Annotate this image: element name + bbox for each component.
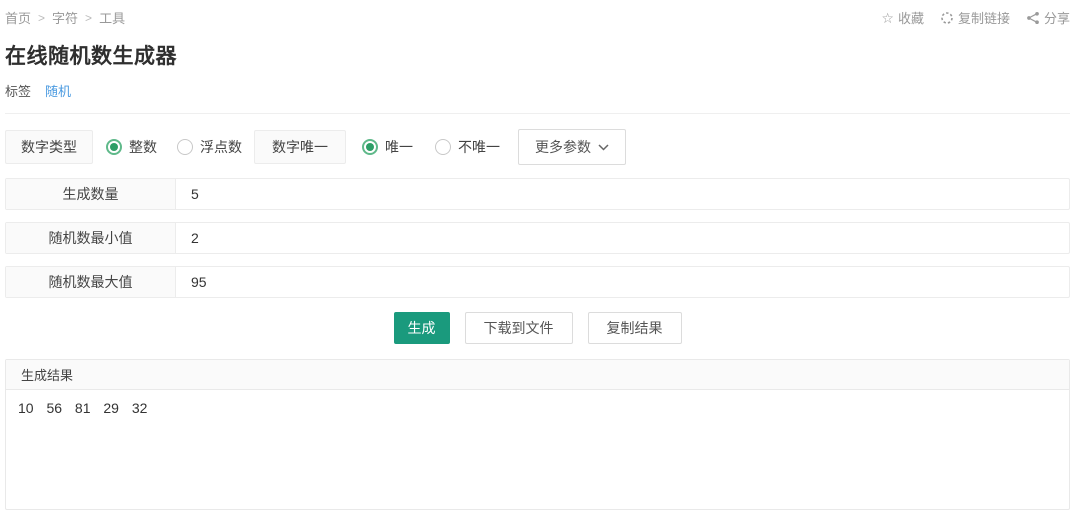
- number-type-label: 数字类型: [5, 130, 93, 164]
- more-params-button[interactable]: 更多参数: [518, 129, 626, 165]
- breadcrumb-home[interactable]: 首页: [5, 8, 31, 27]
- copy-link-label: 复制链接: [957, 11, 1010, 26]
- header-actions: ☆ 收藏 复制链接 分享: [881, 8, 1070, 27]
- tags-row: 标签 随机: [5, 81, 1070, 100]
- radio-option-unique[interactable]: 唯一: [362, 137, 413, 157]
- action-buttons-row: 生成 下载到文件 复制结果: [5, 312, 1070, 344]
- tags-label: 标签: [5, 84, 32, 99]
- breadcrumb-tools[interactable]: 工具: [99, 8, 125, 27]
- max-field-label: 随机数最大值: [6, 267, 176, 297]
- radio-unchecked-icon: [177, 139, 193, 155]
- radio-option-not-unique[interactable]: 不唯一: [435, 137, 500, 157]
- radio-unchecked-icon: [435, 139, 451, 155]
- radio-option-label: 整数: [129, 139, 157, 155]
- radio-option-float[interactable]: 浮点数: [177, 137, 242, 157]
- copy-link-button[interactable]: 复制链接: [940, 8, 1010, 27]
- page: 首页 > 字符 > 工具 ☆ 收藏 复制链接 分享 在线随机数生成器 标签 随机…: [0, 0, 1080, 510]
- field-row-min: 随机数最小值 2: [5, 222, 1070, 254]
- share-label: 分享: [1043, 11, 1070, 26]
- download-button[interactable]: 下载到文件: [464, 312, 573, 344]
- breadcrumb-separator: >: [38, 10, 46, 25]
- breadcrumb-characters[interactable]: 字符: [52, 8, 78, 27]
- radio-option-label: 不唯一: [458, 139, 500, 155]
- count-input[interactable]: 5: [176, 179, 1069, 209]
- share-icon: [1027, 11, 1039, 24]
- favorite-button[interactable]: ☆ 收藏: [881, 8, 924, 27]
- result-output[interactable]: 10 56 81 29 32: [6, 390, 1069, 426]
- topbar: 首页 > 字符 > 工具 ☆ 收藏 复制链接 分享: [5, 8, 1070, 27]
- options-row: 数字类型 整数 浮点数 数字唯一 唯一 不唯一 更多参数: [5, 129, 1070, 165]
- tag-random[interactable]: 随机: [45, 81, 71, 100]
- breadcrumb: 首页 > 字符 > 工具: [5, 8, 125, 27]
- share-button[interactable]: 分享: [1026, 8, 1070, 27]
- generate-button[interactable]: 生成: [393, 312, 450, 344]
- result-panel: 生成结果 10 56 81 29 32: [5, 359, 1070, 510]
- radio-option-label: 浮点数: [200, 139, 242, 155]
- radio-option-label: 唯一: [385, 139, 413, 155]
- favorite-label: 收藏: [897, 11, 924, 26]
- copy-result-button[interactable]: 复制结果: [587, 312, 682, 344]
- divider: [5, 113, 1070, 114]
- star-icon: ☆: [881, 9, 894, 26]
- radio-checked-icon: [106, 139, 122, 155]
- breadcrumb-separator: >: [85, 10, 93, 25]
- min-input[interactable]: 2: [176, 223, 1069, 253]
- field-row-count: 生成数量 5: [5, 178, 1070, 210]
- radio-option-integer[interactable]: 整数: [106, 137, 157, 157]
- chevron-down-icon: [598, 143, 609, 151]
- max-input[interactable]: 95: [176, 267, 1069, 297]
- more-params-label: 更多参数: [535, 139, 591, 155]
- result-header: 生成结果: [6, 360, 1069, 390]
- count-field-label: 生成数量: [6, 179, 176, 209]
- radio-checked-icon: [362, 139, 378, 155]
- link-icon: [941, 11, 953, 24]
- field-row-max: 随机数最大值 95: [5, 266, 1070, 298]
- page-title: 在线随机数生成器: [5, 45, 177, 68]
- min-field-label: 随机数最小值: [6, 223, 176, 253]
- uniqueness-label: 数字唯一: [254, 130, 346, 164]
